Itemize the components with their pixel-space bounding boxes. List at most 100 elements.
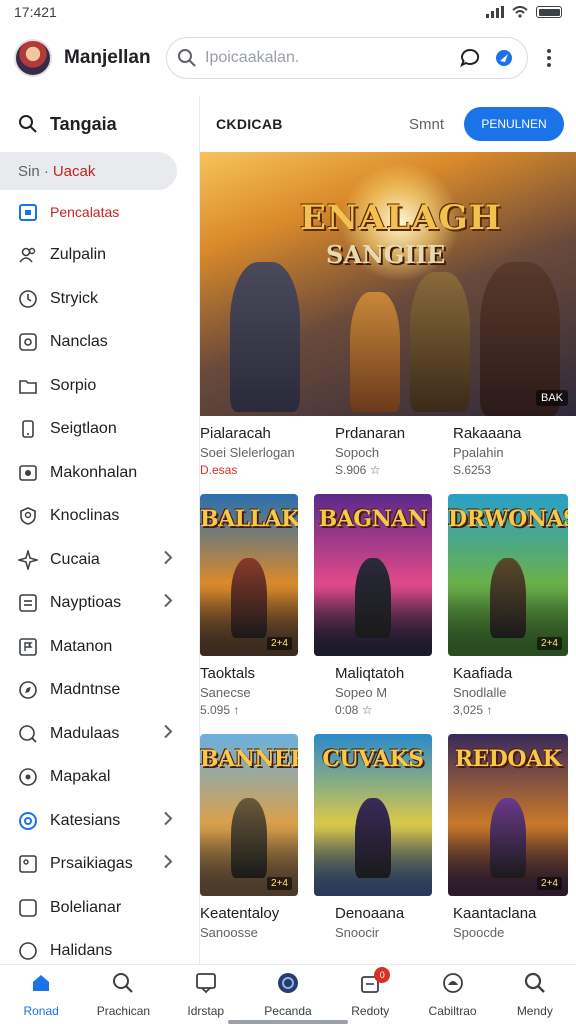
more-options-icon[interactable] [536,49,562,67]
game-info[interactable]: Prdanaran Sopoch S.906 ☆ [313,424,445,490]
game-name: Maliqtatoh [335,665,405,682]
sidebar-item-selected[interactable]: Sin · Uacak [0,152,177,190]
game-price: 3,025 ↑ [453,703,493,717]
sidebar-item-madulaas[interactable]: Madulaas [0,712,199,756]
sidebar-item-label: Seigtlaon [50,420,117,438]
bottom-navigation: Ronad Prachican Idrstap Pecanda Redoty 0 Cabil… [0,964,576,1024]
hero-banner[interactable]: ENALAGH SANGIIE BAK [200,152,576,416]
sidebar-item-matanon[interactable]: Matanon [0,625,199,669]
top-bar: Manjellan Ipoicaakalan. [0,30,576,86]
sparkle-icon [18,549,38,570]
game-info[interactable]: Taoktals Sanecse 5.095 ↑ [200,664,322,730]
sidebar-item-halidans[interactable]: Halidans [0,930,199,965]
hero-figure-center [350,292,400,412]
content-link[interactable]: Smnt [409,116,444,133]
game-info[interactable]: Kaantaclana Spoocde [445,904,567,964]
sidebar-item-mapakal[interactable]: Mapakal [0,756,199,800]
game-poster[interactable]: BAGNAN [314,494,432,656]
game-price: S.6253 [453,463,492,477]
game-info[interactable]: Denoaana Snoocir [313,904,445,964]
game-info-row-3: Keatentaloy Sanoosse Denoaana Snoocir Kaanta… [200,896,576,964]
nav-item-prachican[interactable]: Prachican [82,965,164,1024]
search-circle-icon [18,724,38,744]
game-info[interactable]: Keatentaloy Sanoosse [200,904,322,964]
sidebar-item-stryick[interactable]: Stryick [0,277,199,321]
game-name: Kaafiada [453,665,513,682]
hero-badge: BAK [535,390,568,406]
content-action-button[interactable]: PENULNEN [464,107,564,141]
game-info[interactable]: Kaafiada Snodlalle 3,025 ↑ [445,664,567,730]
sidebar-item-cucaia[interactable]: Cucaia [0,538,199,582]
game-subtitle: Sopeo M [335,685,388,700]
nav-item-idrstap[interactable]: Idrstap [165,965,247,1024]
status-icons [486,6,562,18]
message-icon [194,971,218,1000]
square-dot-icon [18,332,38,352]
home-indicator [228,1020,348,1024]
sidebar-item-pencalatas[interactable]: Pencalatas [0,190,199,234]
tag-icon [18,854,38,874]
nav-label: Idrstap [187,1004,225,1018]
game-info[interactable]: Pialaracah Soei Slelerlogan D.esas [200,424,322,490]
game-subtitle: Snodlalle [453,685,507,700]
sidebar-item-sorpio[interactable]: Sorpio [0,364,199,408]
chat-icon[interactable] [457,45,483,71]
nav-item-redoty[interactable]: Redoty 0 [329,965,411,1024]
sidebar-item-nayptioas[interactable]: Nayptioas [0,582,199,626]
nav-item-pecanda[interactable]: Pecanda [247,965,329,1024]
poster-character [490,798,526,878]
sidebar-item-label: Makonhalan [50,463,138,481]
sidebar-item-makonhalan[interactable]: Makonhalan [0,451,199,495]
sidebar-item-seigtlaon[interactable]: Seigtlaon [0,408,199,452]
poster-rating-badge: 2+4 [537,637,562,650]
sidebar-item-label: Madntnse [50,681,121,699]
search-input[interactable]: Ipoicaakalan. [166,37,528,79]
calendar-icon [18,202,38,222]
sidebar-item-label: Stryick [50,289,98,307]
clock-icon [18,289,38,309]
game-info[interactable]: Maliqtatoh Sopeo M 0:08 ☆ [313,664,445,730]
list-icon [18,593,38,613]
poster-title: BALLAK [200,506,298,532]
notification-badge: 0 [374,967,391,983]
sidebar-item-label: Madulaas [50,724,120,742]
game-poster[interactable]: CUVAKS [314,734,432,896]
sidebar-item-prsaikiagas[interactable]: Prsaikiagas [0,843,199,887]
sidebar-item-madntnse[interactable]: Madntnse [0,669,199,713]
game-poster[interactable]: REDOAK 2+4 [448,734,568,896]
game-name: Rakaaana [453,425,522,442]
sidebar-item-knoclinas[interactable]: Knoclinas [0,495,199,539]
game-subtitle: Sanecse [200,685,251,700]
hero-figure-left [230,262,300,412]
game-info-row-1: Pialaracah Soei Slelerlogan D.esas Prdanara… [200,416,576,490]
sidebar-item-nanclas[interactable]: Nanclas [0,321,199,365]
game-info[interactable]: Rakaaana Ppalahin S.6253 [445,424,567,490]
nav-item-cabiltrao[interactable]: Cabiltrao [411,965,493,1024]
nav-item-ronad[interactable]: Ronad [0,965,82,1024]
game-price: D.esas [200,463,238,477]
sidebar-item-label: Matanon [50,637,113,655]
nav-item-mendy[interactable]: Mendy [494,965,576,1024]
sidebar-item-bolelianar[interactable]: Bolelianar [0,886,199,930]
avatar[interactable] [14,39,52,77]
discover-icon[interactable] [491,45,517,71]
sidebar-item-zulpalin[interactable]: Zulpalin [0,234,199,278]
poster-title: BANNER [200,746,298,772]
game-poster[interactable]: DRWONAS 2+4 [448,494,568,656]
game-poster[interactable]: BANNER 2+4 [200,734,298,896]
search-placeholder: Ipoicaakalan. [205,49,300,66]
sidebar-selected-label: Uacak [52,162,96,180]
battery-icon [536,6,562,18]
poster-row-2: BANNER 2+4 CUVAKS REDOAK 2+4 [200,734,576,896]
game-subtitle: Snoocir [335,925,380,940]
sidebar-header[interactable]: Tangaia [0,96,199,152]
photo-icon [18,463,38,483]
sidebar-item-katesians[interactable]: Katesians [0,799,199,843]
game-subtitle: Sanoosse [200,925,258,940]
game-poster[interactable]: BALLAK 2+4 [200,494,298,656]
wifi-icon [512,6,528,18]
nav-label: Prachican [96,1004,151,1018]
game-name: Denoaana [335,905,405,922]
game-price: 5.095 ↑ [200,703,240,717]
sidebar-item-label: Zulpalin [50,246,107,264]
